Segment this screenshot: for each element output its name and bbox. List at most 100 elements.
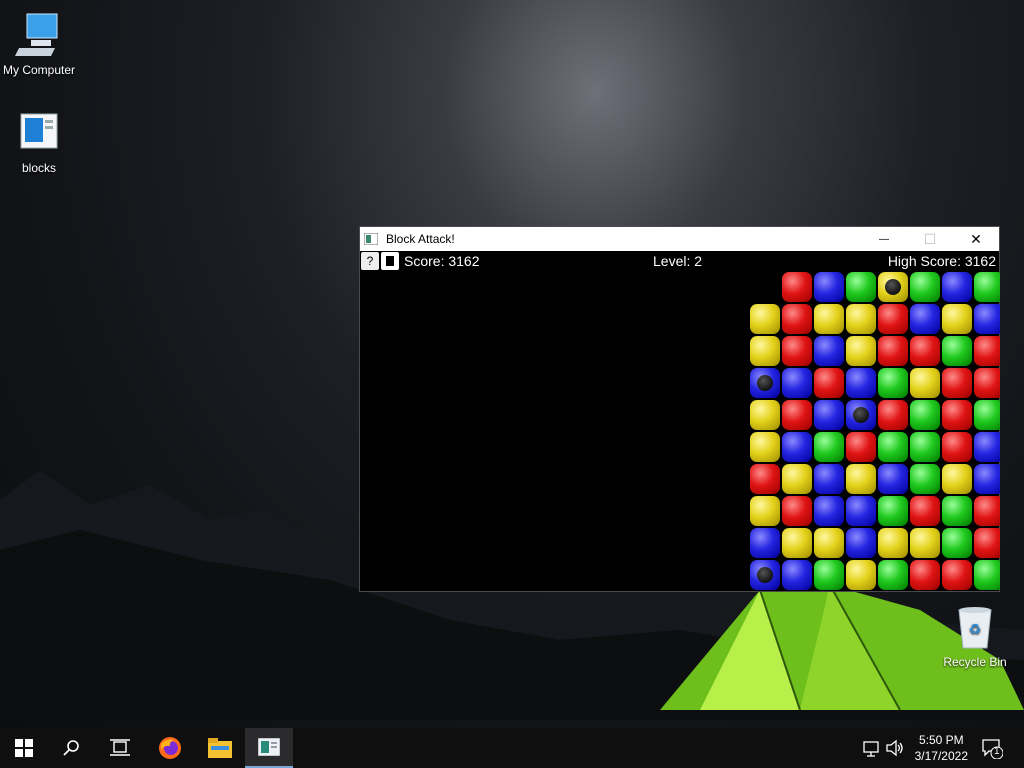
red-block[interactable]	[910, 496, 940, 526]
green-block[interactable]	[910, 432, 940, 462]
red-block[interactable]	[750, 464, 780, 494]
close-button[interactable]: ✕	[953, 227, 999, 251]
blue-block[interactable]	[878, 464, 908, 494]
blue-block[interactable]	[846, 528, 876, 558]
yellow-block[interactable]	[910, 368, 940, 398]
desktop-icon-my-computer[interactable]: My Computer	[0, 10, 78, 77]
game-board[interactable]	[750, 272, 1000, 592]
blue-block[interactable]	[782, 560, 812, 590]
yellow-block[interactable]	[750, 336, 780, 366]
blue-block[interactable]	[814, 272, 844, 302]
green-block[interactable]	[878, 496, 908, 526]
green-block[interactable]	[974, 400, 1000, 430]
green-block[interactable]	[974, 272, 1000, 302]
blue-block[interactable]	[846, 496, 876, 526]
red-block[interactable]	[846, 432, 876, 462]
yellow-block[interactable]	[782, 464, 812, 494]
green-block[interactable]	[942, 496, 972, 526]
file-explorer-taskbar-button[interactable]	[196, 728, 244, 768]
green-block[interactable]	[814, 432, 844, 462]
blue-block[interactable]	[782, 432, 812, 462]
green-block[interactable]	[974, 560, 1000, 590]
red-block[interactable]	[910, 560, 940, 590]
yellow-block[interactable]	[878, 528, 908, 558]
yellow-block[interactable]	[846, 336, 876, 366]
block-attack-taskbar-button[interactable]	[245, 728, 293, 768]
red-block[interactable]	[974, 336, 1000, 366]
yellow-block[interactable]	[750, 496, 780, 526]
task-view-button[interactable]	[96, 728, 144, 768]
blue-block[interactable]	[910, 304, 940, 334]
green-block[interactable]	[878, 368, 908, 398]
green-block[interactable]	[878, 560, 908, 590]
volume-icon[interactable]	[885, 738, 905, 758]
yellow-block[interactable]	[942, 304, 972, 334]
desktop-icon-blocks[interactable]: blocks	[0, 108, 78, 175]
red-block[interactable]	[974, 496, 1000, 526]
green-block[interactable]	[910, 464, 940, 494]
yellow-block[interactable]	[942, 464, 972, 494]
yellow-block[interactable]	[814, 528, 844, 558]
green-block[interactable]	[878, 432, 908, 462]
red-block[interactable]	[942, 400, 972, 430]
blue-block[interactable]	[814, 400, 844, 430]
green-block[interactable]	[942, 336, 972, 366]
blue-block[interactable]	[846, 368, 876, 398]
help-button[interactable]: ?	[361, 252, 379, 270]
network-icon[interactable]	[862, 738, 882, 758]
red-block[interactable]	[878, 336, 908, 366]
green-block[interactable]	[814, 560, 844, 590]
green-block[interactable]	[910, 272, 940, 302]
start-button[interactable]	[0, 728, 48, 768]
firefox-taskbar-button[interactable]	[146, 728, 194, 768]
desktop-icon-recycle-bin[interactable]: ♻ Recycle Bin	[936, 602, 1014, 669]
red-block[interactable]	[782, 336, 812, 366]
yellow-block[interactable]	[750, 400, 780, 430]
block-attack-app-icon	[364, 233, 378, 245]
stop-button[interactable]	[381, 252, 399, 270]
red-block[interactable]	[910, 336, 940, 366]
yellow-block[interactable]	[750, 432, 780, 462]
red-block[interactable]	[942, 432, 972, 462]
blue-block[interactable]	[974, 432, 1000, 462]
yellow-block[interactable]	[846, 464, 876, 494]
yellow-block[interactable]	[910, 528, 940, 558]
red-block[interactable]	[782, 400, 812, 430]
red-block[interactable]	[782, 272, 812, 302]
red-block[interactable]	[814, 368, 844, 398]
blue-bomb-block[interactable]	[750, 368, 780, 398]
yellow-block[interactable]	[846, 304, 876, 334]
red-block[interactable]	[782, 304, 812, 334]
red-block[interactable]	[974, 368, 1000, 398]
green-block[interactable]	[942, 528, 972, 558]
maximize-button[interactable]: ☐	[907, 227, 953, 251]
red-block[interactable]	[878, 304, 908, 334]
yellow-bomb-block[interactable]	[878, 272, 908, 302]
blue-bomb-block[interactable]	[750, 560, 780, 590]
green-block[interactable]	[910, 400, 940, 430]
action-center-button[interactable]: 1	[972, 728, 1012, 768]
red-block[interactable]	[782, 496, 812, 526]
red-block[interactable]	[942, 560, 972, 590]
red-block[interactable]	[878, 400, 908, 430]
minimize-button[interactable]: —	[861, 227, 907, 251]
blue-block[interactable]	[974, 464, 1000, 494]
blue-block[interactable]	[782, 368, 812, 398]
search-button[interactable]	[48, 728, 96, 768]
yellow-block[interactable]	[814, 304, 844, 334]
yellow-block[interactable]	[750, 304, 780, 334]
blue-block[interactable]	[814, 496, 844, 526]
yellow-block[interactable]	[846, 560, 876, 590]
blue-bomb-block[interactable]	[846, 400, 876, 430]
window-titlebar[interactable]: Block Attack! — ☐ ✕	[360, 227, 999, 251]
red-block[interactable]	[974, 528, 1000, 558]
blue-block[interactable]	[750, 528, 780, 558]
red-block[interactable]	[942, 368, 972, 398]
blue-block[interactable]	[974, 304, 1000, 334]
blue-block[interactable]	[814, 336, 844, 366]
green-block[interactable]	[846, 272, 876, 302]
blue-block[interactable]	[814, 464, 844, 494]
yellow-block[interactable]	[782, 528, 812, 558]
blue-block[interactable]	[942, 272, 972, 302]
clock[interactable]: 5:50 PM 3/17/2022	[915, 732, 968, 764]
